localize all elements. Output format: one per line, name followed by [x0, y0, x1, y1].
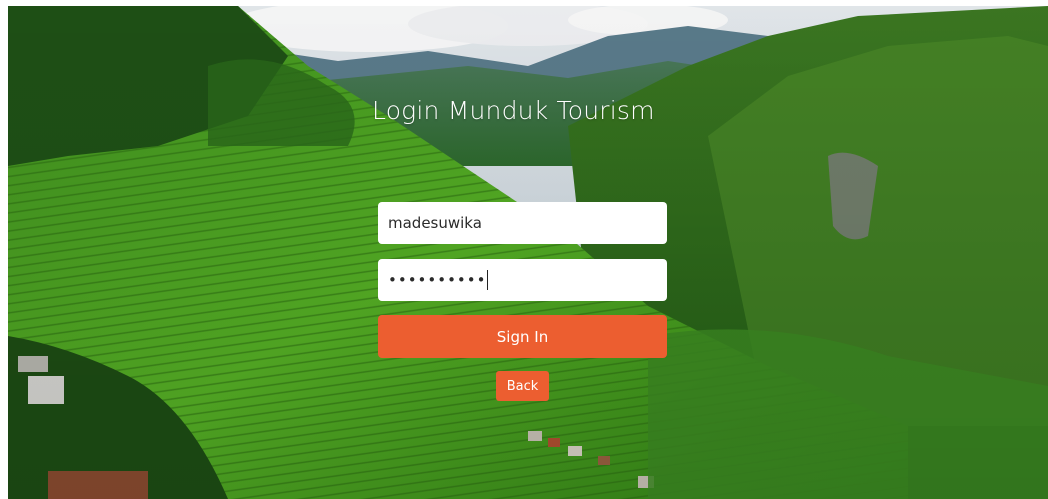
sign-in-label: Sign In: [496, 327, 549, 346]
username-input[interactable]: madesuwika: [378, 202, 667, 244]
back-button[interactable]: Back: [496, 371, 549, 401]
sign-in-button[interactable]: Sign In: [378, 315, 667, 358]
back-label: Back: [506, 378, 539, 394]
login-page: [8, 6, 1048, 499]
password-mask: ••••••••••: [388, 271, 487, 289]
text-cursor: [487, 270, 489, 290]
background-overlay: [8, 6, 1048, 499]
username-value: madesuwika: [388, 214, 482, 232]
page-title: Login Munduk Tourism: [372, 96, 655, 125]
password-input[interactable]: ••••••••••: [378, 259, 667, 301]
